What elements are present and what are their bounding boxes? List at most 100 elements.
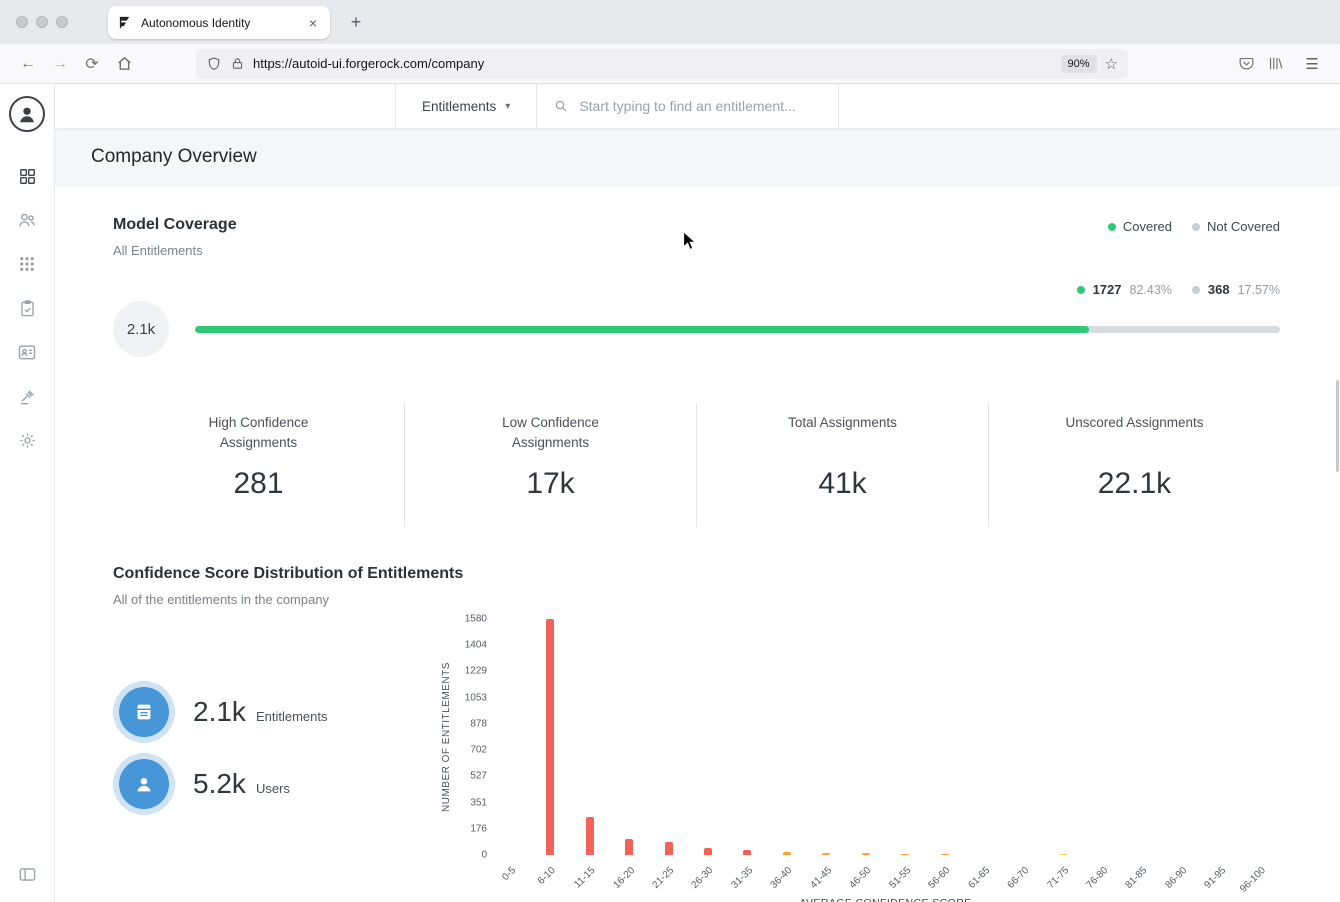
entitlement-search[interactable]: [537, 84, 839, 128]
bar-slot: [925, 619, 964, 855]
browser-tab-strip: Autonomous Identity × +: [0, 0, 1340, 44]
tracking-shield-icon[interactable]: [206, 56, 222, 72]
zoom-level-badge[interactable]: 90%: [1061, 55, 1097, 73]
bar-slot: [1004, 619, 1043, 855]
stat-low-confidence: Low Confidence Assignments 17k: [404, 403, 696, 527]
x-tick-label: 61-65: [966, 865, 992, 891]
y-tick-label: 1580: [465, 614, 487, 625]
url-bar[interactable]: https://autoid-ui.forgerock.com/company …: [196, 49, 1128, 79]
x-tick-label: 41-45: [808, 865, 834, 891]
stat-value: 17k: [405, 467, 696, 501]
x-label-slot: 36-40: [767, 859, 806, 897]
chart-bars: [491, 619, 1280, 855]
sidebar-item-settings[interactable]: [0, 418, 54, 462]
x-label-slot: 21-25: [649, 859, 688, 897]
coverage-bar-fill: [195, 326, 1089, 333]
sidebar-item-identities[interactable]: [0, 198, 54, 242]
confidence-distribution-chart: NUMBER OF ENTITLEMENTS 01763515277028781…: [443, 615, 1280, 902]
minimize-window-button[interactable]: [36, 16, 48, 28]
bookmark-star-icon[interactable]: ☆: [1105, 55, 1118, 73]
tab-title: Autonomous Identity: [141, 16, 306, 30]
x-label-slot: 96-100: [1241, 859, 1280, 897]
stat-high-confidence: High Confidence Assignments 281: [113, 403, 404, 527]
x-tick-label: 86-90: [1163, 865, 1189, 891]
bar-slot: [807, 619, 846, 855]
new-tab-button[interactable]: +: [343, 10, 369, 36]
chevron-down-icon: ▾: [505, 101, 510, 112]
x-label-slot: 81-85: [1122, 859, 1161, 897]
forgerock-logo-icon: [118, 15, 133, 30]
search-input[interactable]: [579, 98, 822, 114]
x-tick-label: 46-50: [848, 865, 874, 891]
chart-x-axis-title: AVERAGE CONFIDENCE SCORE: [491, 897, 1280, 902]
app-topbar: Entitlements ▾: [55, 84, 1340, 128]
x-label-slot: 76-80: [1083, 859, 1122, 897]
distribution-subtitle: All of the entitlements in the company: [113, 592, 1280, 607]
x-tick-label: 16-20: [611, 865, 637, 891]
x-tick-label: 66-70: [1006, 865, 1032, 891]
bar-slot: [1201, 619, 1240, 855]
bar-46-50: [862, 853, 870, 855]
bar-slot: [609, 619, 648, 855]
model-coverage-subtitle: All Entitlements: [113, 243, 237, 258]
sidebar-item-dashboard[interactable]: [0, 154, 54, 198]
pocket-icon[interactable]: [1238, 55, 1255, 72]
scrollbar-thumb[interactable]: [1336, 380, 1339, 472]
bar-slot: [1122, 619, 1161, 855]
not-covered-count-dot: [1192, 286, 1200, 294]
covered-count: 1727: [1093, 282, 1122, 297]
distribution-section: Confidence Score Distribution of Entitle…: [113, 565, 1280, 902]
x-tick-label: 11-15: [572, 865, 597, 890]
y-tick-label: 1229: [465, 666, 487, 677]
lock-icon[interactable]: [230, 56, 245, 71]
coverage-progress: 2.1k: [113, 301, 1280, 357]
menu-hamburger-icon[interactable]: ☰: [1296, 50, 1328, 78]
users-mini-stat: 5.2k Users: [113, 759, 443, 809]
zoom-window-button[interactable]: [56, 16, 68, 28]
x-label-slot: 0-5: [491, 859, 530, 897]
covered-pct: 82.43%: [1129, 283, 1171, 297]
entity-type-dropdown[interactable]: Entitlements ▾: [395, 84, 537, 128]
stat-label: High Confidence Assignments: [184, 413, 334, 457]
library-icon[interactable]: [1267, 55, 1284, 72]
model-coverage-section: Model Coverage All Entitlements Covered …: [113, 186, 1280, 527]
back-button[interactable]: ←: [12, 50, 44, 78]
entitlements-mini-stat: 2.1k Entitlements: [113, 687, 443, 737]
x-label-slot: 66-70: [1004, 859, 1043, 897]
page-title: Company Overview: [91, 146, 257, 168]
sidebar-item-certifications[interactable]: [0, 286, 54, 330]
bar-slot: [886, 619, 925, 855]
stat-value: 22.1k: [989, 467, 1280, 501]
stat-unscored-assignments: Unscored Assignments 22.1k: [988, 403, 1280, 527]
x-tick-label: 26-30: [690, 865, 716, 891]
sidebar-item-rules[interactable]: [0, 374, 54, 418]
users-label: Users: [256, 781, 290, 796]
reload-button[interactable]: ⟳: [76, 50, 108, 78]
x-tick-label: 21-25: [650, 865, 676, 891]
bar-slot: [1162, 619, 1201, 855]
sidebar-collapse-icon[interactable]: [0, 852, 54, 896]
bar-slot: [728, 619, 767, 855]
tab-close-icon[interactable]: ×: [306, 15, 320, 31]
coverage-bar-track: [195, 326, 1280, 333]
bar-slot: [846, 619, 885, 855]
url-text[interactable]: https://autoid-ui.forgerock.com/company: [253, 56, 1053, 71]
x-label-slot: 31-35: [728, 859, 767, 897]
distribution-title: Confidence Score Distribution of Entitle…: [113, 565, 1280, 583]
forward-button[interactable]: →: [44, 50, 76, 78]
macos-traffic-lights[interactable]: [16, 16, 68, 28]
user-avatar[interactable]: [9, 96, 45, 132]
home-button[interactable]: [108, 50, 140, 78]
sidebar-item-entitlements[interactable]: [0, 330, 54, 374]
x-label-slot: 26-30: [688, 859, 727, 897]
sidebar-item-applications[interactable]: [0, 242, 54, 286]
x-tick-label: 6-10: [536, 865, 558, 887]
chart-y-axis-title: NUMBER OF ENTITLEMENTS: [441, 619, 452, 855]
coverage-counts: 1727 82.43% 368 17.57%: [113, 282, 1280, 297]
browser-tab[interactable]: Autonomous Identity ×: [108, 6, 330, 39]
y-tick-label: 1053: [465, 692, 487, 703]
legend-not-covered-label: Not Covered: [1207, 219, 1280, 234]
bar-41-45: [822, 853, 830, 855]
close-window-button[interactable]: [16, 16, 28, 28]
bar-slot: [1083, 619, 1122, 855]
